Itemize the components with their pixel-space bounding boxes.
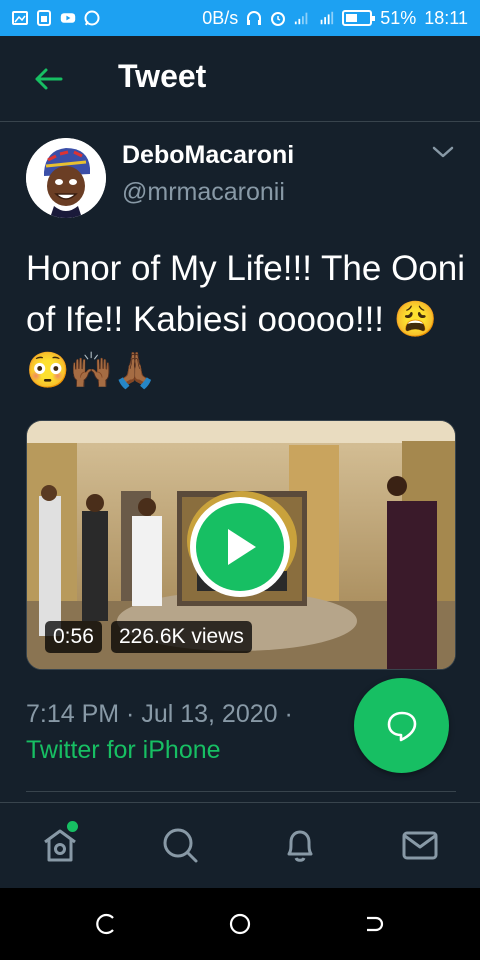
tweet-options-button[interactable] xyxy=(430,142,456,162)
bell-icon xyxy=(287,830,313,862)
play-button[interactable] xyxy=(190,497,290,597)
reply-bubble-icon xyxy=(387,711,416,741)
whatsapp-icon xyxy=(84,10,100,26)
nav-notifications-button[interactable] xyxy=(278,823,322,867)
author-handle[interactable]: @mrmacaronii xyxy=(122,178,285,207)
youtube-icon xyxy=(60,10,76,26)
search-icon xyxy=(163,828,198,863)
nav-messages-button[interactable] xyxy=(398,823,442,867)
video-duration: 0:56 xyxy=(45,621,102,653)
alarm-icon xyxy=(270,10,286,26)
network-speed: 0B/s xyxy=(202,7,239,28)
tweet-meta: 7:14 PM · Jul 13, 2020 · Twitter for iPh… xyxy=(26,696,346,768)
home-system-button[interactable] xyxy=(226,910,254,938)
circle-home-icon xyxy=(229,913,251,935)
new-content-dot xyxy=(67,821,78,832)
nav-home-button[interactable] xyxy=(38,821,82,867)
clock: 18:11 xyxy=(424,7,468,28)
headset-icon xyxy=(246,10,262,26)
battery-percent: 51% xyxy=(380,7,417,28)
tweet-timestamp: 7:14 PM · Jul 13, 2020 · xyxy=(26,700,293,728)
arrow-left-icon xyxy=(35,68,63,90)
battery-icon xyxy=(342,10,376,26)
back-system-button[interactable] xyxy=(360,910,388,938)
recent-apps-icon xyxy=(96,913,114,935)
status-bar: 0B/s 51% 18:11 xyxy=(0,0,480,36)
nav-search-button[interactable] xyxy=(158,823,202,867)
chevron-down-icon xyxy=(432,146,454,158)
tweet-text: Honor of My Life!!! The Ooni of Ife!! Ka… xyxy=(26,249,466,390)
tweet-source[interactable]: Twitter for iPhone xyxy=(26,736,221,764)
play-icon xyxy=(228,529,256,565)
data-signal-icon xyxy=(318,10,334,26)
divider xyxy=(26,791,456,792)
reply-fab-button[interactable] xyxy=(354,678,449,773)
video-views: 226.6K views xyxy=(111,621,252,653)
author-name[interactable]: DeboMacaroni xyxy=(122,141,294,170)
app-header: Tweet xyxy=(0,36,480,122)
back-button[interactable] xyxy=(28,64,68,94)
bottom-navigation xyxy=(0,802,480,888)
avatar[interactable] xyxy=(26,138,106,218)
recent-apps-button[interactable] xyxy=(92,910,120,938)
back-system-icon xyxy=(367,916,384,932)
sim-icon xyxy=(36,10,52,26)
video-player[interactable]: 0:56 226.6K views xyxy=(26,420,456,670)
page-title: Tweet xyxy=(118,58,207,94)
signal-icon xyxy=(294,10,310,26)
system-navigation-bar xyxy=(0,888,480,960)
mail-icon xyxy=(402,831,438,860)
image-notification-icon xyxy=(12,10,28,26)
